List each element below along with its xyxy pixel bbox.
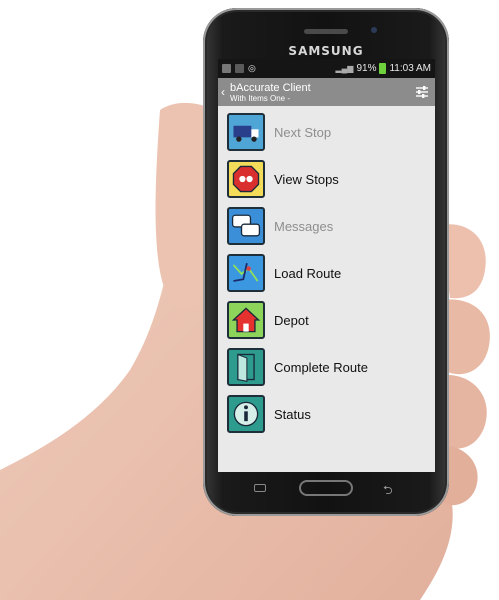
menu-label: Messages	[274, 219, 334, 234]
main-menu: Next Stop View Stops Messages Load Route…	[218, 106, 435, 438]
recent-apps-icon[interactable]	[254, 484, 266, 492]
phone-device: SAMSUNG ◎ ▂▄▆ 91% 11:03 AM ‹ bAccurate C…	[203, 8, 449, 516]
menu-item-status[interactable]: Status	[218, 391, 435, 438]
settings-sliders-icon[interactable]	[415, 85, 429, 99]
battery-icon	[379, 63, 387, 74]
app-title: bAccurate Client	[230, 81, 311, 94]
status-bar: ◎ ▂▄▆ 91% 11:03 AM	[218, 59, 435, 78]
hardware-nav-bar: ⮌	[203, 480, 449, 500]
menu-label: Load Route	[274, 266, 342, 281]
chat-bubbles-icon	[227, 207, 265, 245]
route-map-icon	[227, 254, 265, 292]
menu-label: Depot	[274, 313, 309, 328]
photo-notification-icon	[235, 64, 244, 73]
back-arrow-icon[interactable]: ⮌	[383, 481, 393, 502]
front-camera-icon	[371, 27, 377, 33]
menu-item-complete-route[interactable]: Complete Route	[218, 344, 435, 391]
door-icon	[227, 348, 265, 386]
app-subtitle: With Items One -	[230, 93, 291, 103]
menu-label: Complete Route	[274, 360, 368, 375]
menu-item-messages[interactable]: Messages	[218, 203, 435, 250]
menu-label: Status	[274, 407, 311, 422]
action-bar: ‹ bAccurate Client With Items One -	[218, 78, 435, 106]
sync-notification-icon: ◎	[248, 63, 256, 73]
battery-percent: 91%	[356, 63, 377, 74]
house-icon	[227, 301, 265, 339]
menu-label: Next Stop	[274, 125, 332, 140]
signal-icon: ▂▄▆	[335, 64, 354, 73]
menu-item-view-stops[interactable]: View Stops	[218, 156, 435, 203]
title-block[interactable]: bAccurate Client With Items One -	[230, 82, 311, 103]
menu-item-load-route[interactable]: Load Route	[218, 250, 435, 297]
earpiece-speaker	[304, 29, 348, 34]
home-button[interactable]	[299, 480, 353, 496]
menu-item-depot[interactable]: Depot	[218, 297, 435, 344]
phone-brand: SAMSUNG	[288, 44, 364, 58]
gallery-notification-icon	[222, 64, 231, 73]
truck-icon	[227, 113, 265, 151]
clock: 11:03 AM	[389, 63, 431, 74]
menu-item-next-stop[interactable]: Next Stop	[218, 109, 435, 156]
info-icon	[227, 395, 265, 433]
back-chevron-icon[interactable]: ‹	[221, 85, 229, 99]
app-screen: ◎ ▂▄▆ 91% 11:03 AM ‹ bAccurate Client Wi…	[218, 59, 435, 472]
menu-label: View Stops	[274, 172, 339, 187]
stop-sign-icon	[227, 160, 265, 198]
